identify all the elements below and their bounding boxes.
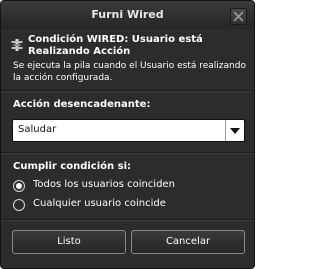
close-button[interactable] bbox=[230, 8, 247, 25]
radio-selected-dot bbox=[16, 183, 22, 189]
trigger-title: Condición WIRED: Usuario está Realizando… bbox=[28, 34, 203, 57]
condition-label: Cumplir condición si: bbox=[13, 161, 132, 172]
title-bar[interactable]: Furni Wired bbox=[1, 1, 254, 29]
divider bbox=[1, 219, 254, 221]
action-trigger-dropdown[interactable]: Saludar bbox=[12, 119, 245, 142]
furni-wired-window: Furni Wired Condición WIRED: Usuario est… bbox=[0, 0, 255, 269]
dropdown-toggle[interactable] bbox=[225, 120, 244, 141]
radio-button[interactable] bbox=[13, 199, 25, 211]
action-trigger-selected: Saludar bbox=[18, 124, 57, 135]
close-icon bbox=[233, 11, 244, 22]
divider bbox=[1, 90, 254, 92]
radio-label: Todos los usuarios coinciden bbox=[33, 179, 175, 190]
cancel-button[interactable]: Cancelar bbox=[131, 230, 245, 254]
divider bbox=[1, 152, 254, 154]
chevron-down-icon bbox=[230, 128, 240, 134]
trigger-description: Se ejecuta la pila cuando el Usuario est… bbox=[13, 61, 246, 83]
radio-button[interactable] bbox=[13, 180, 25, 192]
wired-condition-icon bbox=[11, 39, 23, 51]
ok-button[interactable]: Listo bbox=[12, 230, 126, 254]
action-trigger-label: Acción desencadenante: bbox=[13, 99, 151, 110]
window-title: Furni Wired bbox=[91, 8, 164, 21]
radio-label: Cualquier usuario coincide bbox=[33, 198, 166, 209]
